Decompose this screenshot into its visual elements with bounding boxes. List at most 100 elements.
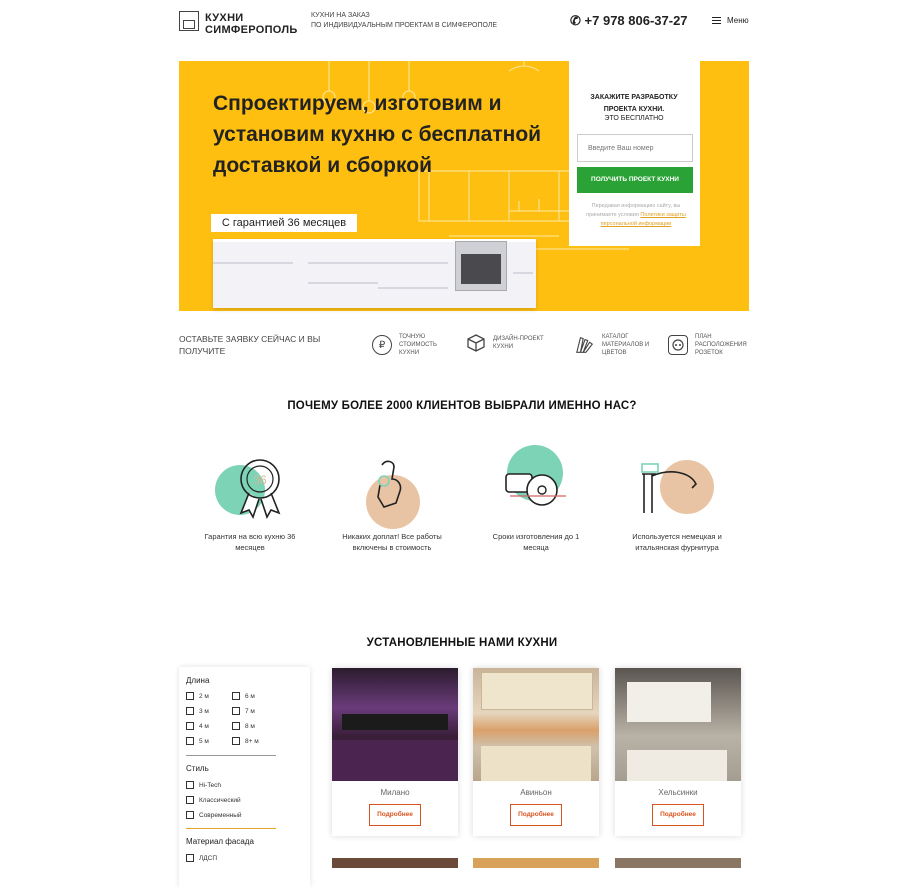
lower-cabinets — [332, 740, 458, 781]
checkbox-icon[interactable] — [186, 722, 194, 730]
checkbox-icon[interactable] — [186, 737, 194, 745]
kitchen-photo[interactable] — [332, 668, 458, 781]
details-button[interactable]: Подробнее — [652, 804, 704, 826]
tagline-line-2: ПО ИНДИВИДУАЛЬНЫМ ПРОЕКТАМ В СИМФЕРОПОЛЕ — [311, 22, 498, 29]
checkbox-icon[interactable] — [186, 707, 194, 715]
filter-option-label: Классический — [199, 796, 241, 804]
filter-checkbox[interactable]: 2 м — [186, 692, 209, 700]
upper-cabinets — [627, 682, 711, 722]
filter-option-label: 8+ м — [245, 737, 259, 745]
filter-checkbox[interactable]: 7 м — [232, 707, 255, 715]
checkbox-icon[interactable] — [186, 854, 194, 862]
warranty-badge: С гарантией 36 месяцев — [211, 214, 357, 232]
feature-text: Сроки изготовления до 1 месяца — [492, 532, 580, 552]
filter-checkbox[interactable]: 8 м — [232, 722, 255, 730]
policy-note: Передавая информацию сайту, вы принимает… — [583, 202, 689, 229]
logo-line-1: КУХНИ — [205, 12, 244, 24]
hamburger-icon — [712, 17, 721, 24]
lower-cabinets — [627, 750, 727, 781]
ok-hand-icon — [377, 460, 402, 508]
kitchen-name: Хельсинки — [658, 788, 698, 797]
feature-text: Никаких доплат! Все работы включены в ст… — [342, 532, 442, 552]
phone-icon: ✆ — [570, 13, 581, 28]
feature-hardware — [640, 458, 720, 518]
cube-icon — [466, 333, 486, 353]
filter-checkbox[interactable]: 3 м — [186, 707, 209, 715]
filter-option-label: 6 м — [245, 692, 255, 700]
filter-checkbox[interactable]: 4 м — [186, 722, 209, 730]
cabinet-handle — [308, 282, 378, 284]
kitchen-card[interactable]: Авиньон Подробнее — [473, 668, 599, 836]
feature-text: Гарантия на всю кухню 36 месяцев — [204, 532, 296, 552]
filter-option-label: 5 м — [199, 737, 209, 745]
header-phone[interactable]: ✆ +7 978 806-37-27 — [570, 13, 688, 29]
medal-number: 36 — [253, 473, 267, 487]
kitchen-card-peek[interactable] — [332, 858, 458, 868]
menu-label: Меню — [727, 16, 749, 25]
form-title: ЗАКАЖИТЕ РАЗРАБОТКУ ПРОЕКТА КУХНИ. — [590, 94, 678, 113]
feature-deadline — [500, 445, 580, 520]
filter-checkbox[interactable]: Классический — [186, 796, 241, 804]
filter-option-label: 8 м — [245, 722, 255, 730]
details-button[interactable]: Подробнее — [369, 804, 421, 826]
logo-kitchen-icon — [179, 11, 199, 31]
ruble-icon: ₽ — [372, 335, 392, 355]
get-project-button[interactable]: ПОЛУЧИТЬ ПРОЕКТ КУХНИ — [577, 167, 693, 193]
tagline: КУХНИ НА ЗАКАЗ ПО ИНДИВИДУАЛЬНЫМ ПРОЕКТА… — [311, 11, 511, 31]
filter-divider — [186, 828, 276, 829]
oven — [455, 241, 507, 291]
checkbox-icon[interactable] — [232, 737, 240, 745]
filter-checkbox[interactable]: 5 м — [186, 737, 209, 745]
menu-button[interactable]: Меню — [712, 16, 749, 25]
filter-checkbox[interactable]: Hi-Tech — [186, 781, 221, 789]
checkbox-icon[interactable] — [186, 811, 194, 819]
filter-option-label: 4 м — [199, 722, 209, 730]
feature-warranty: 36 — [210, 455, 300, 525]
kitchen-card-peek[interactable] — [473, 858, 599, 868]
kitchen-card-peek[interactable] — [615, 858, 741, 868]
phone-number: +7 978 806-37-27 — [584, 13, 688, 28]
filter-option-label: 3 м — [199, 707, 209, 715]
hero-title: Спроектируем, изготовим и установим кухн… — [213, 92, 542, 177]
filter-checkbox[interactable]: 8+ м — [232, 737, 259, 745]
lower-cabinets — [481, 746, 591, 781]
benefit-item: ₽ ТОЧНУЮ СТОИМОСТЬ КУХНИ — [372, 333, 443, 357]
faucet-icon — [641, 463, 697, 513]
cabinet-handle — [378, 287, 448, 289]
saw-icon — [505, 473, 566, 506]
phone-input[interactable] — [577, 134, 693, 162]
logo[interactable]: КУХНИ СИМФЕРОПОЛЬ — [205, 12, 305, 36]
details-button[interactable]: Подробнее — [510, 804, 562, 826]
checkbox-icon[interactable] — [186, 796, 194, 804]
socket-icon — [668, 335, 688, 355]
countertop — [342, 714, 448, 730]
medal-icon: 36 — [239, 459, 281, 519]
kitchen-name: Авиньон — [520, 788, 552, 797]
kitchen-photo[interactable] — [473, 668, 599, 781]
kitchen-name: Милано — [380, 788, 410, 797]
benefit-label: ПЛАН РАСПОЛОЖЕНИЯ РОЗЕТОК — [695, 334, 747, 356]
filter-checkbox[interactable]: Современный — [186, 811, 242, 819]
benefit-label: КАТАЛОГ МАТЕРИАЛОВ И ЦВЕТОВ — [602, 334, 650, 356]
checkbox-icon[interactable] — [232, 722, 240, 730]
kitchen-card[interactable]: Милано Подробнее — [332, 668, 458, 836]
filter-style-title: Стиль — [186, 764, 209, 773]
checkbox-icon[interactable] — [186, 692, 194, 700]
filter-option-label: Современный — [199, 811, 242, 819]
benefit-label: ТОЧНУЮ СТОИМОСТЬ КУХНИ — [399, 334, 437, 356]
kitchen-photo[interactable] — [615, 668, 741, 781]
cabinet-handle — [308, 262, 378, 264]
benefit-label: ДИЗАЙН-ПРОЕКТ КУХНИ — [493, 336, 544, 350]
kitchen-card[interactable]: Хельсинки Подробнее — [615, 668, 741, 836]
filters-panel: Длина 2 м 6 м 3 м 7 м 4 м 8 м 5 м 8+ м С… — [179, 667, 310, 887]
filter-option-label: 7 м — [245, 707, 255, 715]
cabinet-handle — [213, 262, 293, 264]
feature-text: Используется немецкая и итальянская фурн… — [632, 532, 722, 552]
filter-checkbox[interactable]: ЛДСП — [186, 854, 217, 862]
cabinet-handle — [378, 262, 448, 264]
logo-line-2: СИМФЕРОПОЛЬ — [205, 24, 298, 36]
checkbox-icon[interactable] — [232, 692, 240, 700]
filter-checkbox[interactable]: 6 м — [232, 692, 255, 700]
checkbox-icon[interactable] — [232, 707, 240, 715]
checkbox-icon[interactable] — [186, 781, 194, 789]
